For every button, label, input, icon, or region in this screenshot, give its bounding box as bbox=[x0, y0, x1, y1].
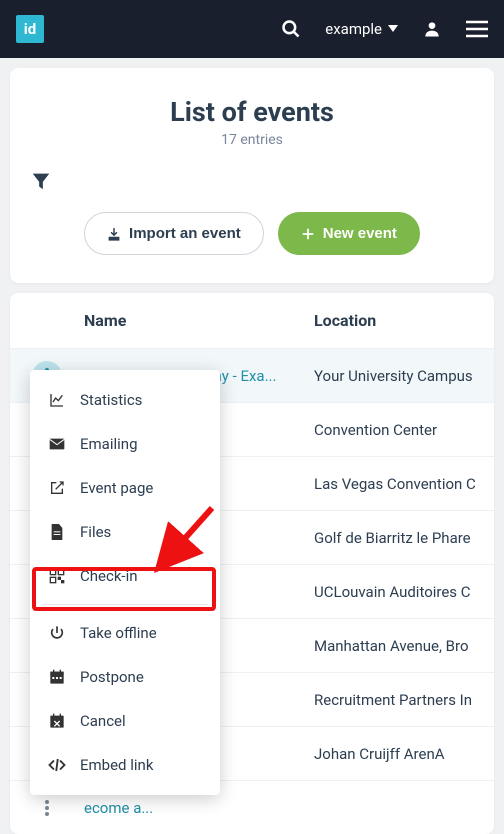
menu-cancel[interactable]: Cancel bbox=[30, 699, 220, 743]
event-location: Recruitment Partners In bbox=[314, 691, 494, 709]
menu-embed[interactable]: Embed link bbox=[30, 743, 220, 787]
search-icon[interactable] bbox=[281, 19, 301, 39]
event-location: Manhattan Avenue, Bro bbox=[314, 637, 494, 655]
menu-emailing[interactable]: Emailing bbox=[30, 422, 220, 466]
topbar: id example bbox=[0, 0, 504, 58]
plus-icon bbox=[301, 227, 315, 241]
event-location: Golf de Biarritz le Phare bbox=[314, 529, 494, 547]
menu-files[interactable]: Files bbox=[30, 510, 220, 554]
import-event-button[interactable]: Import an event bbox=[84, 212, 264, 255]
table-header: Name Location bbox=[10, 293, 494, 348]
event-name-link[interactable]: ecome a... bbox=[84, 799, 314, 817]
event-location: Convention Center bbox=[314, 421, 494, 439]
hamburger-icon[interactable] bbox=[466, 20, 488, 38]
menu-event-page[interactable]: Event page bbox=[30, 466, 220, 510]
external-link-icon bbox=[48, 480, 66, 496]
organization-name: example bbox=[325, 20, 382, 38]
download-icon bbox=[107, 227, 121, 241]
qr-icon bbox=[48, 568, 66, 584]
logo: id bbox=[16, 15, 44, 43]
envelope-icon bbox=[48, 437, 66, 451]
new-label: New event bbox=[323, 225, 397, 242]
menu-postpone[interactable]: Postpone bbox=[30, 655, 220, 699]
column-name-header[interactable]: Name bbox=[84, 311, 314, 330]
menu-take-offline[interactable]: Take offline bbox=[30, 611, 220, 655]
event-location: UCLouvain Auditoires C bbox=[314, 583, 494, 601]
menu-divider bbox=[42, 604, 208, 605]
page-title: List of events bbox=[30, 96, 474, 128]
menu-check-in[interactable]: Check-in bbox=[30, 554, 220, 598]
entries-count: 17 entries bbox=[30, 132, 474, 148]
filter-icon[interactable] bbox=[30, 170, 474, 192]
column-location-header[interactable]: Location bbox=[314, 311, 494, 330]
calendar-x-icon bbox=[48, 713, 66, 729]
power-icon bbox=[48, 625, 66, 641]
organization-dropdown[interactable]: example bbox=[325, 20, 398, 38]
event-location: Johan Cruijff ArenA bbox=[314, 745, 494, 763]
menu-statistics[interactable]: Statistics bbox=[30, 378, 220, 422]
new-event-button[interactable]: New event bbox=[278, 212, 420, 255]
code-icon bbox=[48, 758, 66, 772]
user-icon[interactable] bbox=[422, 19, 442, 39]
row-menu-button[interactable] bbox=[32, 793, 62, 823]
header-card: List of events 17 entries Import an even… bbox=[10, 68, 494, 283]
event-location: Your University Campus bbox=[314, 367, 494, 385]
event-location: Las Vegas Convention C bbox=[314, 475, 494, 493]
chart-icon bbox=[48, 392, 66, 408]
row-actions-menu: Statistics Emailing Event page Files Che… bbox=[30, 370, 220, 795]
import-label: Import an event bbox=[129, 225, 241, 242]
calendar-icon bbox=[48, 669, 66, 685]
file-icon bbox=[48, 524, 66, 540]
